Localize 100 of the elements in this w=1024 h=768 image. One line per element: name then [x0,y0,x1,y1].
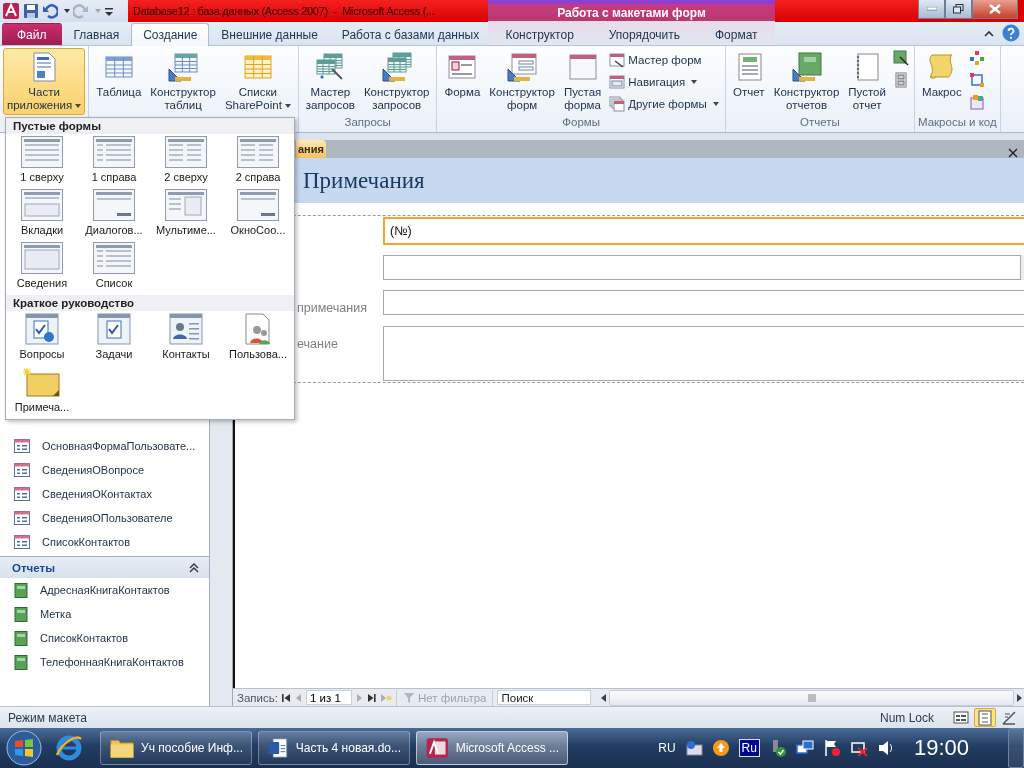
report-icon [14,582,28,598]
ribbon-tab[interactable]: Создание [131,23,210,46]
form-icon [14,463,30,477]
taskbar-button[interactable]: Уч пособие Инф... [100,731,252,765]
field-label: примечания [297,301,367,315]
group-label: Макросы и код [917,116,997,130]
save-icon[interactable] [23,3,39,19]
module-icon[interactable] [968,94,985,110]
ribbon-button[interactable]: Макрос [917,48,966,110]
nav-item[interactable]: АдреснаяКнигаКонтактов [0,578,209,602]
gallery-item[interactable]: 2 справа [222,136,294,187]
diagram-icon[interactable] [968,72,985,88]
nav-item[interactable]: СведенияОКонтактах [0,482,209,506]
taskbar-button[interactable]: Часть 4 новая.do... [258,731,410,765]
form-wand-icon [609,52,626,68]
gallery-item[interactable]: Диалогов... [78,189,150,240]
ribbon-button[interactable]: Конструктор таблиц [146,48,220,115]
ribbon-button[interactable]: Отчет [728,48,769,110]
app-icon[interactable] [2,2,20,20]
nav-item[interactable]: Метка [0,602,209,626]
ribbon-button[interactable]: Списки SharePoint [220,48,295,115]
nav-item[interactable]: ТелефоннаяКнигаКонтактов [0,650,209,674]
horizontal-scrollbar[interactable] [599,689,1024,706]
form-layout-icon [21,242,63,274]
input-field[interactable] [383,255,1024,280]
language-indicator[interactable]: RU [658,741,676,755]
gallery-item[interactable]: 1 сверху [6,136,78,187]
ribbon-button[interactable]: Навигация [606,72,722,92]
ribbon-button[interactable]: Пустой отчет [844,48,890,115]
ribbon-button[interactable]: Конструктор форм [485,48,559,115]
disconnected-icon[interactable] [849,739,868,757]
gallery-item[interactable]: Пользова... [222,313,294,364]
input-field[interactable] [383,290,1024,315]
network-icon[interactable] [795,739,814,757]
last-record-icon[interactable] [366,692,376,703]
context-tab-header: Работа с макетами форм [488,0,775,22]
info-tray-icon[interactable] [684,739,703,757]
form-layout-icon [237,136,279,168]
gallery-item[interactable]: ОкноСоо... [222,189,294,240]
gallery-item[interactable]: Вкладки [6,189,78,240]
gallery-item[interactable]: Сведения [6,242,78,293]
gallery-item[interactable]: Список [78,242,150,293]
form-icon [14,439,30,453]
label-sheet-icon[interactable] [892,72,909,88]
input-field[interactable]: (№) [383,217,1024,245]
nav-item[interactable]: СведенияОВопросе [0,458,209,482]
ribbon-tab[interactable]: Работа с базами данных [329,23,492,45]
collapse-icon[interactable] [984,29,994,37]
ribbon-button[interactable]: Форма [440,48,485,110]
speaker-icon[interactable] [876,739,895,757]
form-view-icon [953,709,969,726]
keyboard-layout-icon[interactable]: Ru [738,739,760,757]
help-icon[interactable] [1002,24,1020,42]
view-button[interactable] [950,708,972,727]
ribbon-tab[interactable]: Формат [702,23,770,45]
browser-icon[interactable] [54,733,84,763]
document-tab[interactable]: ания [296,140,326,158]
flag-error-icon[interactable] [822,739,841,757]
close-icon[interactable] [1008,148,1018,158]
ribbon-button[interactable]: Части приложения [3,48,86,115]
gallery-item[interactable]: Вопросы [6,313,78,364]
ribbon-button[interactable]: Таблица [92,48,146,110]
ribbon-button[interactable]: Конструктор запросов [359,48,434,115]
gallery-item[interactable]: 2 сверху [150,136,222,187]
ribbon-tab[interactable]: Главная [61,23,132,45]
memo-field[interactable] [383,326,1024,381]
gallery-item[interactable]: Мультиме... [150,189,222,240]
ribbon-button[interactable]: Пустая форма [559,48,606,115]
close-button[interactable] [972,0,1018,19]
form-layout-icon [237,189,279,221]
record-number-field[interactable]: 1 из 1 [305,690,352,705]
restore-button[interactable] [945,0,972,19]
form-layout-icon [93,189,135,221]
ribbon-button[interactable]: Мастер форм [606,50,722,70]
nav-item[interactable]: ОсновнаяФормаПользовате... [0,434,209,458]
search-field[interactable]: Поиск [497,690,592,705]
taskbar-button[interactable]: Microsoft Access ... [416,731,568,765]
diagram-icon[interactable] [968,50,985,66]
chart-wand-icon[interactable] [892,50,909,66]
gallery-item[interactable]: 1 справа [78,136,150,187]
nav-item[interactable]: СписокКонтактов [0,626,209,650]
nav-group-header[interactable]: Отчеты [0,556,209,578]
ribbon-button[interactable]: Конструктор отчетов [769,48,844,115]
gallery-item[interactable]: Примеча... [6,366,78,417]
ribbon-button[interactable]: Другие формы [606,94,722,114]
nav-item[interactable]: СписокКонтактов [0,530,209,554]
undo-icon[interactable] [42,3,58,19]
show-desktop-button[interactable] [1008,728,1024,768]
first-record-icon[interactable] [281,692,291,703]
ribbon-tab[interactable]: Внешние данные [209,23,330,45]
caret-icon [95,9,101,13]
ribbon-button[interactable]: Мастер запросов [301,48,359,115]
ribbon-tab[interactable]: Файл [2,23,62,45]
form-layout-icon [165,136,207,168]
update-icon[interactable] [711,739,730,757]
gallery-item[interactable]: Контакты [150,313,222,364]
nav-item[interactable]: СведенияОПользователе [0,506,209,530]
gallery-item[interactable]: Задачи [78,313,150,364]
ribbon-tab[interactable]: Упорядочить [596,23,693,45]
ribbon-tab[interactable]: Конструктор [493,23,586,45]
